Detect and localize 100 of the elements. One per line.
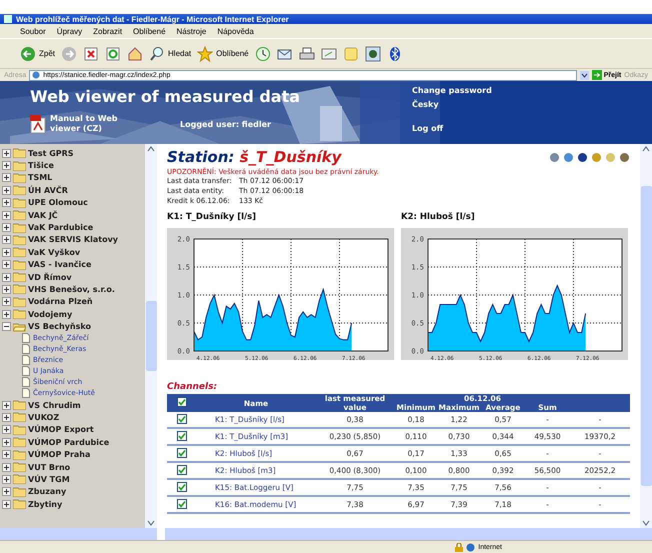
tree-item[interactable]: Vodárna Plzeň: [2, 296, 145, 308]
expand-icon[interactable]: [2, 425, 11, 434]
tree-item[interactable]: VaK Vyškov: [2, 246, 145, 259]
expand-icon[interactable]: [2, 173, 11, 182]
tree-item[interactable]: ÚH AVČR: [2, 184, 145, 197]
expand-icon[interactable]: [2, 198, 11, 208]
manual-link[interactable]: Manual to Web viewer (CZ): [50, 114, 132, 134]
folder-icon: [13, 296, 26, 307]
back-icon: [20, 46, 36, 62]
expand-icon[interactable]: [2, 284, 11, 294]
folder-icon: [13, 160, 26, 171]
folder-icon: [13, 247, 26, 258]
tree-item[interactable]: VAK SERVIS Klatovy: [2, 234, 145, 246]
tree-item[interactable]: TSML: [2, 172, 145, 184]
search-button[interactable]: Hledat: [149, 46, 192, 62]
menu-item[interactable]: Zobrazit: [93, 26, 122, 36]
checkbox[interactable]: [177, 448, 187, 458]
header-link[interactable]: Change password: [412, 86, 492, 95]
header-link[interactable]: Česky: [412, 100, 492, 109]
chart-title: K2: Hluboš [l/s]: [401, 212, 476, 222]
tree-item[interactable]: VÚMOP Pardubice: [2, 436, 145, 448]
checkbox[interactable]: [177, 414, 187, 424]
folder-icon: [13, 198, 26, 208]
edit-icon[interactable]: [320, 46, 337, 62]
history-icon[interactable]: [254, 46, 271, 62]
checkbox[interactable]: [177, 397, 187, 407]
expand-icon[interactable]: [2, 248, 11, 257]
checkbox[interactable]: [177, 430, 187, 440]
expand-icon[interactable]: [2, 412, 11, 422]
tree-item[interactable]: VUT Brno: [2, 460, 145, 474]
arrow-icon: [592, 70, 602, 80]
tree-item[interactable]: VUKOZ: [2, 411, 145, 424]
menu-item[interactable]: Soubor: [20, 26, 46, 36]
header-link[interactable]: Log off: [412, 124, 492, 133]
folder-icon: [13, 486, 26, 497]
expand-icon[interactable]: [2, 161, 11, 170]
station-title: Station: š_T_Dušníky: [167, 148, 342, 166]
menu-item[interactable]: Nástroje: [176, 26, 206, 36]
expand-icon[interactable]: [2, 186, 11, 195]
expand-icon[interactable]: [2, 235, 11, 244]
expand-icon[interactable]: [2, 500, 11, 509]
expand-icon[interactable]: [2, 487, 11, 496]
tree-item[interactable]: VD Římov: [2, 270, 145, 284]
star-icon: [197, 46, 214, 62]
collapse-icon[interactable]: [2, 322, 11, 332]
expand-icon[interactable]: [2, 297, 11, 306]
tree-item[interactable]: Zbytiny: [2, 498, 145, 510]
tree-item[interactable]: VÚMOP Praha: [2, 448, 145, 461]
folder-icon: [13, 272, 26, 282]
scrollbar[interactable]: [0, 528, 157, 540]
tree-item[interactable]: VaK Pardubice: [2, 221, 145, 234]
section-title: Channels:: [167, 382, 218, 392]
menu-item[interactable]: Úpravy: [56, 26, 82, 36]
checkbox[interactable]: [177, 482, 187, 492]
expand-icon[interactable]: [2, 210, 11, 220]
menu-item[interactable]: Nápověda: [217, 26, 254, 36]
folder-icon: [13, 462, 26, 472]
expand-icon[interactable]: [2, 474, 11, 484]
scroll-thumb[interactable]: [640, 186, 652, 486]
expand-icon[interactable]: [2, 260, 11, 270]
expand-icon[interactable]: [2, 450, 11, 460]
expand-icon[interactable]: [2, 272, 11, 282]
scrollbar[interactable]: [165, 528, 652, 540]
dropdown-icon[interactable]: [580, 70, 589, 80]
scrollbar[interactable]: [640, 144, 652, 528]
checkbox[interactable]: [177, 498, 187, 508]
tree-item[interactable]: VAK JČ: [2, 208, 145, 222]
favorites-button[interactable]: Oblíbené: [197, 46, 249, 62]
expand-icon[interactable]: [2, 223, 11, 232]
refresh-icon[interactable]: [105, 46, 122, 62]
print-icon[interactable]: [298, 46, 315, 62]
expand-icon[interactable]: [2, 310, 11, 319]
folder-icon: [13, 260, 26, 270]
menu-item[interactable]: Oblíbené: [133, 26, 166, 36]
folder-icon: [13, 309, 26, 320]
folder-icon: [13, 474, 26, 484]
tree-item[interactable]: VS Bechyňsko: [2, 320, 145, 333]
lock-icon: [455, 542, 464, 552]
tree-item[interactable]: UPE Olomouc: [2, 196, 145, 209]
tree-item[interactable]: Zbuzany: [2, 486, 145, 498]
tree-item[interactable]: VÚMOP Export: [2, 424, 145, 436]
tree-item[interactable]: VAS - Ivančice: [2, 258, 145, 271]
tree-item[interactable]: VS Chrudim: [2, 398, 145, 412]
tree-item[interactable]: Test GPRS: [2, 147, 145, 160]
scroll-thumb[interactable]: [146, 301, 156, 371]
tree-item[interactable]: VÚV TGM: [2, 473, 145, 486]
back-button[interactable]: Zpět: [20, 46, 56, 62]
expand-icon[interactable]: [2, 438, 11, 447]
tree-item[interactable]: VHS Benešov, s.r.o.: [2, 283, 145, 296]
folder-icon: [13, 185, 26, 196]
expand-icon[interactable]: [2, 400, 11, 410]
folder-icon: [13, 450, 26, 460]
scrollbar[interactable]: [145, 144, 157, 528]
tree-item[interactable]: Tišice: [2, 159, 145, 172]
home-icon[interactable]: [127, 46, 144, 62]
stop-icon[interactable]: [83, 46, 100, 62]
expand-icon[interactable]: [2, 462, 11, 472]
checkbox[interactable]: [177, 464, 187, 474]
expand-icon[interactable]: [2, 148, 11, 158]
tree-item[interactable]: Vodojemy: [2, 308, 145, 320]
